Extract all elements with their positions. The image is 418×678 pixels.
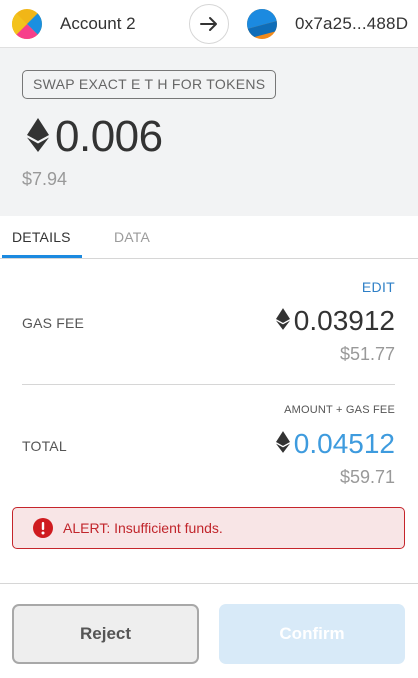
edit-gas-button[interactable]: EDIT xyxy=(362,279,395,295)
total-eth-value: 0.04512 xyxy=(293,428,395,459)
alert-message: ALERT: Insufficient funds. xyxy=(63,520,223,536)
divider xyxy=(22,384,395,385)
reject-button[interactable]: Reject xyxy=(12,604,199,664)
ethereum-icon xyxy=(275,307,290,335)
ethereum-icon xyxy=(275,430,290,458)
recipient-address: 0x7a25...488D xyxy=(295,14,409,33)
recipient-account[interactable]: 0x7a25...488D xyxy=(247,9,408,39)
tab-bar: DETAILS DATA xyxy=(0,216,418,259)
summary-amount: 0.006 xyxy=(27,112,163,162)
method-label: SWAP EXACT E T H FOR TOKENS xyxy=(22,70,277,99)
gas-fee-label: GAS FEE xyxy=(22,315,85,331)
total-label: TOTAL xyxy=(22,438,67,454)
from-identicon xyxy=(12,9,42,39)
summary-fiat-value: $7.94 xyxy=(22,169,68,189)
arrow-right-icon xyxy=(189,4,229,44)
amount-plus-gas-caption: AMOUNT + GAS FEE xyxy=(284,404,395,416)
gas-fee-eth: 0.03912 xyxy=(275,305,395,337)
to-identicon xyxy=(247,9,277,39)
footer-divider xyxy=(0,583,418,584)
sender-account-name: Account 2 xyxy=(60,14,136,33)
gas-fee-eth-value: 0.03912 xyxy=(293,305,395,336)
confirm-header: Account 2 0x7a25...488D xyxy=(0,0,418,48)
gas-fee-fiat: $51.77 xyxy=(339,344,395,364)
insufficient-funds-alert: ALERT: Insufficient funds. xyxy=(12,507,405,549)
tab-data[interactable]: DATA xyxy=(114,229,150,245)
sender-account[interactable]: Account 2 xyxy=(12,9,136,39)
total-eth: 0.04512 xyxy=(275,428,395,460)
summary-amount-value: 0.006 xyxy=(55,112,163,161)
confirm-button[interactable]: Confirm xyxy=(219,604,405,664)
active-tab-indicator xyxy=(2,255,82,258)
ethereum-icon xyxy=(27,117,49,157)
exclamation-circle-icon xyxy=(33,518,53,538)
transaction-summary: SWAP EXACT E T H FOR TOKENS 0.006 $7.94 xyxy=(0,48,418,216)
tab-details[interactable]: DETAILS xyxy=(12,229,71,245)
total-fiat: $59.71 xyxy=(339,467,395,487)
